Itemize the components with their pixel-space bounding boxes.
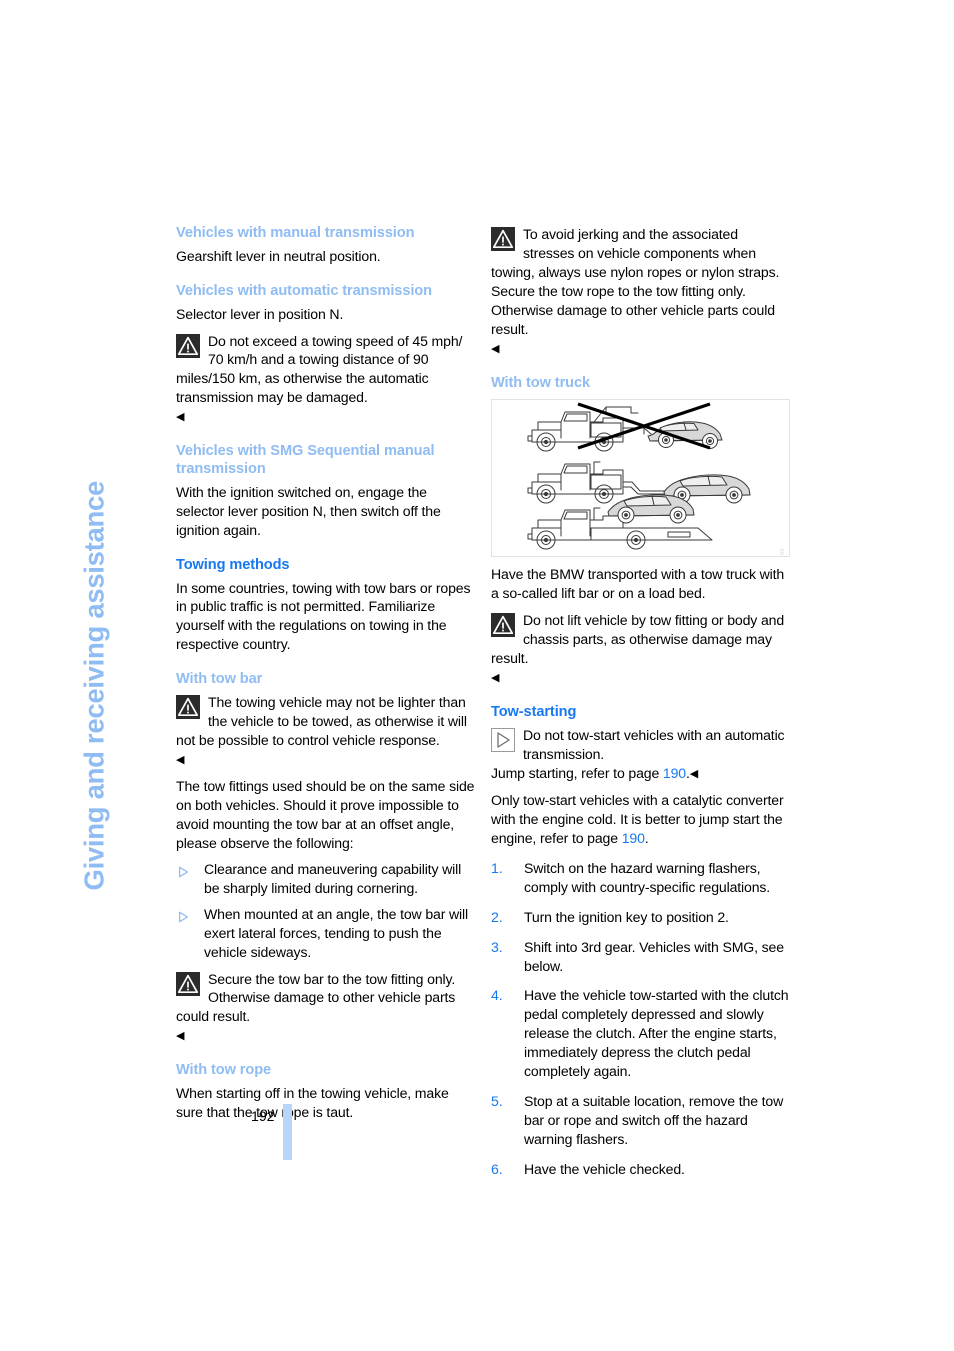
warning-towing-speed-text: Do not exceed a towing speed of 45 mph/ …: [176, 332, 463, 406]
left-column: Vehicles with manual transmission Gearsh…: [176, 225, 475, 1122]
list-item-text: Clearance and maneuvering capability wil…: [204, 860, 462, 896]
step-number: 5.: [491, 1093, 503, 1110]
chapter-title-rail: Giving and receiving assistance: [79, 210, 156, 891]
text-with-tow-rope: When starting off in the towing vehicle,…: [176, 1085, 449, 1121]
list-item: 1. Switch on the hazard warning flashers,…: [491, 859, 790, 897]
warning-secure-tow-bar: Secure the tow bar to the tow fitting on…: [176, 970, 475, 1046]
endmark: ◀: [491, 342, 500, 355]
warning-secure-tow-bar-text: Secure the tow bar to the tow fitting on…: [176, 970, 456, 1025]
catalytic-post: .: [644, 829, 649, 846]
list-item: 3. Shift into 3rd gear. Vehicles with SMG…: [491, 938, 790, 976]
figure-id-caption: BMW 5 OBSTM 0.00: [780, 548, 786, 556]
tow-truck-methods-illustration: BMW 5 OBSTM 0.00: [491, 399, 790, 558]
heading-smg-transmission: Vehicles with SMG Sequential manual tran…: [176, 443, 435, 478]
list-item: 2. Turn the ignition key to position 2.: [491, 908, 790, 927]
text-jump-starting-reference: Jump starting, refer to page 190.◀: [491, 764, 790, 783]
step-number: 1.: [491, 859, 503, 876]
text-tow-truck-transport: Have the BMW transported with a tow truc…: [491, 566, 785, 602]
warning-towing-vehicle-weight: The towing vehicle may not be lighter th…: [176, 693, 475, 769]
step-text: Have the vehicle tow-started with the cl…: [524, 987, 789, 1080]
triangle-bullet-icon: [178, 909, 189, 923]
warning-triangle-icon: [176, 333, 200, 358]
text-automatic-transmission: Selector lever in position N.: [176, 305, 344, 322]
step-number: 4.: [491, 987, 503, 1004]
text-tow-fittings: The tow fittings used should be on the s…: [176, 777, 475, 851]
warning-triangle-icon: [176, 971, 200, 996]
step-text: Switch on the hazard warning flashers, c…: [524, 859, 771, 895]
tow-truck-methods-svg: [527, 402, 751, 550]
list-item: 4. Have the vehicle tow-started with the …: [491, 986, 790, 1081]
text-towing-methods: In some countries, towing with tow bars …: [176, 579, 471, 653]
endmark: ◀: [176, 1030, 185, 1043]
heading-with-tow-rope: With tow rope: [176, 1062, 272, 1079]
endmark: ◀: [176, 411, 185, 424]
list-item: When mounted at an angle, the tow bar wi…: [176, 905, 475, 962]
warning-do-not-lift: Do not lift vehicle by tow fitting or bo…: [491, 611, 790, 687]
endmark: ◀: [176, 753, 185, 766]
jump-start-pre: Jump starting, refer to page: [491, 764, 663, 781]
list-item: Clearance and maneuvering capability wil…: [176, 860, 475, 898]
list-item: 6. Have the vehicle checked.: [491, 1160, 790, 1179]
warning-do-not-lift-text: Do not lift vehicle by tow fitting or bo…: [491, 612, 785, 667]
step-text: Stop at a suitable location, remove the …: [524, 1093, 784, 1148]
step-text: Turn the ignition key to position 2.: [524, 908, 729, 925]
endmark: ◀: [491, 672, 500, 685]
step-number: 2.: [491, 908, 503, 925]
step-text: Have the vehicle checked.: [524, 1161, 685, 1178]
list-item: 5. Stop at a suitable location, remove th…: [491, 1092, 790, 1149]
tow-start-steps-list: 1. Switch on the hazard warning flashers,…: [491, 859, 790, 1179]
manual-page: Giving and receiving assistance Vehicles…: [0, 0, 954, 1351]
heading-automatic-transmission: Vehicles with automatic transmission: [176, 282, 432, 299]
text-catalytic-converter: Only tow-start vehicles with a catalytic…: [491, 791, 790, 848]
page-number: 192: [251, 1108, 275, 1124]
note-no-tow-start-text: Do not tow-start vehicles with an automa…: [523, 726, 785, 762]
text-manual-transmission: Gearshift lever in neutral position.: [176, 247, 381, 264]
heading-with-tow-truck: With tow truck: [491, 374, 590, 391]
warning-triangle-icon: [491, 227, 515, 251]
page-link-190[interactable]: 190: [663, 765, 686, 781]
list-item-text: When mounted at an angle, the tow bar wi…: [204, 905, 468, 960]
note-no-tow-start-automatic: Do not tow-start vehicles with an automa…: [491, 726, 790, 764]
step-number: 6.: [491, 1161, 503, 1178]
endmark: ◀: [689, 767, 699, 780]
step-text: Shift into 3rd gear. Vehicles with SMG, …: [524, 938, 784, 974]
warning-nylon-ropes-text: To avoid jerking and the associated stre…: [491, 226, 780, 337]
right-column: To avoid jerking and the associated stre…: [491, 225, 790, 1179]
page-link-190-second[interactable]: 190: [622, 830, 645, 846]
page-number-bar: [283, 1104, 292, 1160]
heading-with-tow-bar: With tow bar: [176, 671, 263, 688]
warning-nylon-ropes: To avoid jerking and the associated stre…: [491, 225, 790, 358]
heading-tow-starting: Tow-starting: [491, 704, 577, 721]
warning-towing-speed: Do not exceed a towing speed of 45 mph/ …: [176, 332, 475, 427]
heading-towing-methods: Towing methods: [176, 556, 290, 573]
tow-bar-bullet-list: Clearance and maneuvering capability wil…: [176, 860, 475, 962]
text-smg-transmission: With the ignition switched on, engage th…: [176, 483, 441, 538]
triangle-bullet-icon: [178, 864, 189, 878]
warning-triangle-icon: [176, 695, 200, 720]
warning-towing-vehicle-weight-text: The towing vehicle may not be lighter th…: [176, 694, 467, 749]
note-triangle-icon: [491, 727, 515, 752]
step-number: 3.: [491, 938, 503, 955]
heading-manual-transmission: Vehicles with manual transmission: [176, 225, 415, 241]
chapter-title: Giving and receiving assistance: [78, 480, 110, 891]
warning-triangle-icon: [491, 613, 515, 638]
